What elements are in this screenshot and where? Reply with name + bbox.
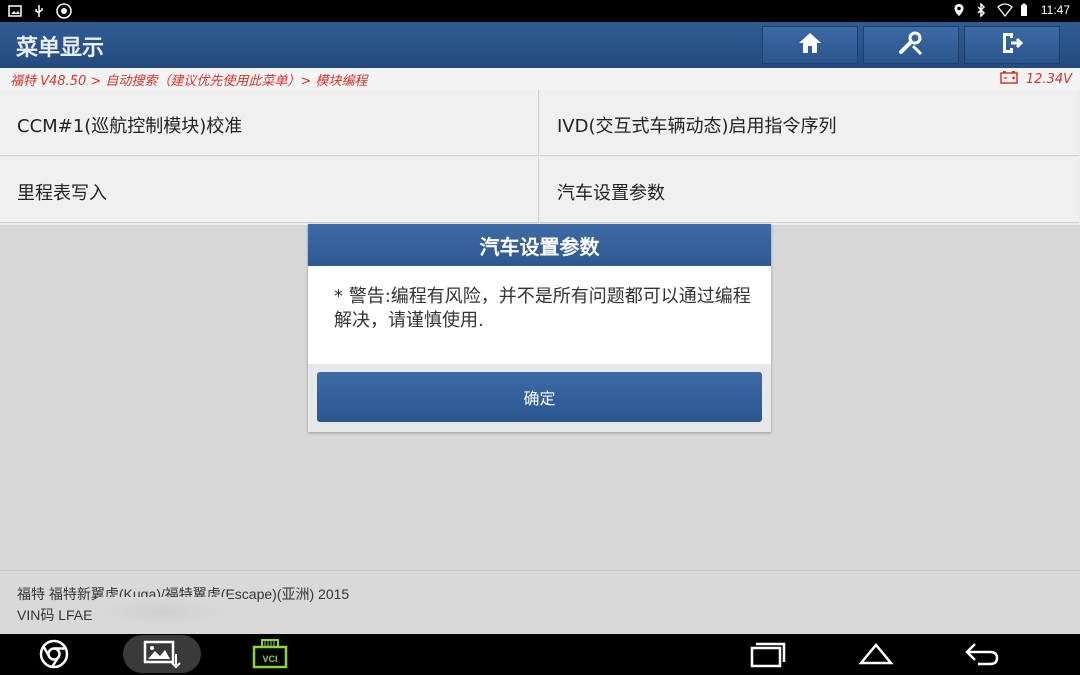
battery-voltage-icon — [1000, 70, 1018, 88]
usb-icon — [32, 3, 46, 17]
dialog-title: 汽车设置参数 — [308, 224, 771, 266]
app-header: 菜单显示 — [0, 22, 1080, 68]
home-nav-icon[interactable] — [858, 638, 894, 670]
gallery-icon[interactable] — [142, 638, 182, 670]
status-bar: 11:47 — [0, 0, 1080, 22]
menu-item-vehicle-settings[interactable]: 汽车设置参数 — [540, 157, 1079, 223]
breadcrumb-bar: 福特 V48.50 > 自动搜索（建议优先使用此菜单）> 模块编程 12.34V — [0, 68, 1080, 90]
exit-icon — [999, 30, 1025, 60]
menu-item-label: IVD(交互式车辆动态)启用指令序列 — [557, 116, 837, 137]
recents-icon[interactable] — [750, 638, 786, 670]
menu-item-label: 汽车设置参数 — [557, 183, 665, 204]
back-icon[interactable] — [964, 638, 1000, 670]
diagnose-tool-icon — [897, 30, 925, 60]
menu-item-label: CCM#1(巡航控制模块)校准 — [17, 116, 243, 137]
system-nav-bar: VCI — [0, 634, 1080, 675]
menu-item-label: 里程表写入 — [17, 183, 107, 204]
exit-button[interactable] — [964, 26, 1060, 64]
page-title: 菜单显示 — [16, 36, 105, 61]
home-button[interactable] — [762, 26, 858, 64]
menu-item-odometer-write[interactable]: 里程表写入 — [0, 157, 539, 223]
ok-button[interactable]: 确定 — [317, 372, 762, 422]
dialog-footer: 确定 — [308, 364, 771, 432]
settings-app-icon — [56, 3, 72, 19]
menu-grid: CCM#1(巡航控制模块)校准 IVD(交互式车辆动态)启用指令序列 里程表写入… — [0, 90, 1080, 225]
breadcrumb: 福特 V48.50 > 自动搜索（建议优先使用此菜单）> 模块编程 — [10, 74, 368, 89]
bluetooth-icon — [975, 2, 989, 18]
menu-item-ccm-calibration[interactable]: CCM#1(巡航控制模块)校准 — [0, 90, 539, 156]
vin-label: VIN码 LFAE — [17, 607, 93, 623]
diagnose-tool-button[interactable] — [863, 26, 959, 64]
wifi-icon — [996, 3, 1013, 18]
dialog-message: * 警告:编程有风险，并不是所有问题都可以通过编程解决，请谨慎使用. — [334, 286, 751, 331]
home-icon — [797, 31, 823, 59]
voltage-value: 12.34V — [1025, 71, 1072, 87]
vin-redaction — [98, 597, 228, 627]
status-time: 11:47 — [1040, 3, 1070, 17]
vci-icon[interactable]: VCI — [252, 638, 288, 670]
warning-dialog: 汽车设置参数 * 警告:编程有风险，并不是所有问题都可以通过编程解决，请谨慎使用… — [308, 224, 771, 432]
vehicle-info: 福特 福特新翼虎(Kuga)/福特翼虎(Escape)(亚洲) 2015 VIN… — [0, 570, 1080, 635]
battery-icon — [1019, 3, 1033, 17]
vci-label: VCI — [262, 654, 277, 664]
chrome-icon[interactable] — [37, 638, 71, 670]
voltage-indicator: 12.34V — [1000, 70, 1072, 88]
image-icon — [8, 3, 22, 17]
location-icon — [953, 3, 967, 17]
menu-item-ivd-enable[interactable]: IVD(交互式车辆动态)启用指令序列 — [540, 90, 1079, 156]
